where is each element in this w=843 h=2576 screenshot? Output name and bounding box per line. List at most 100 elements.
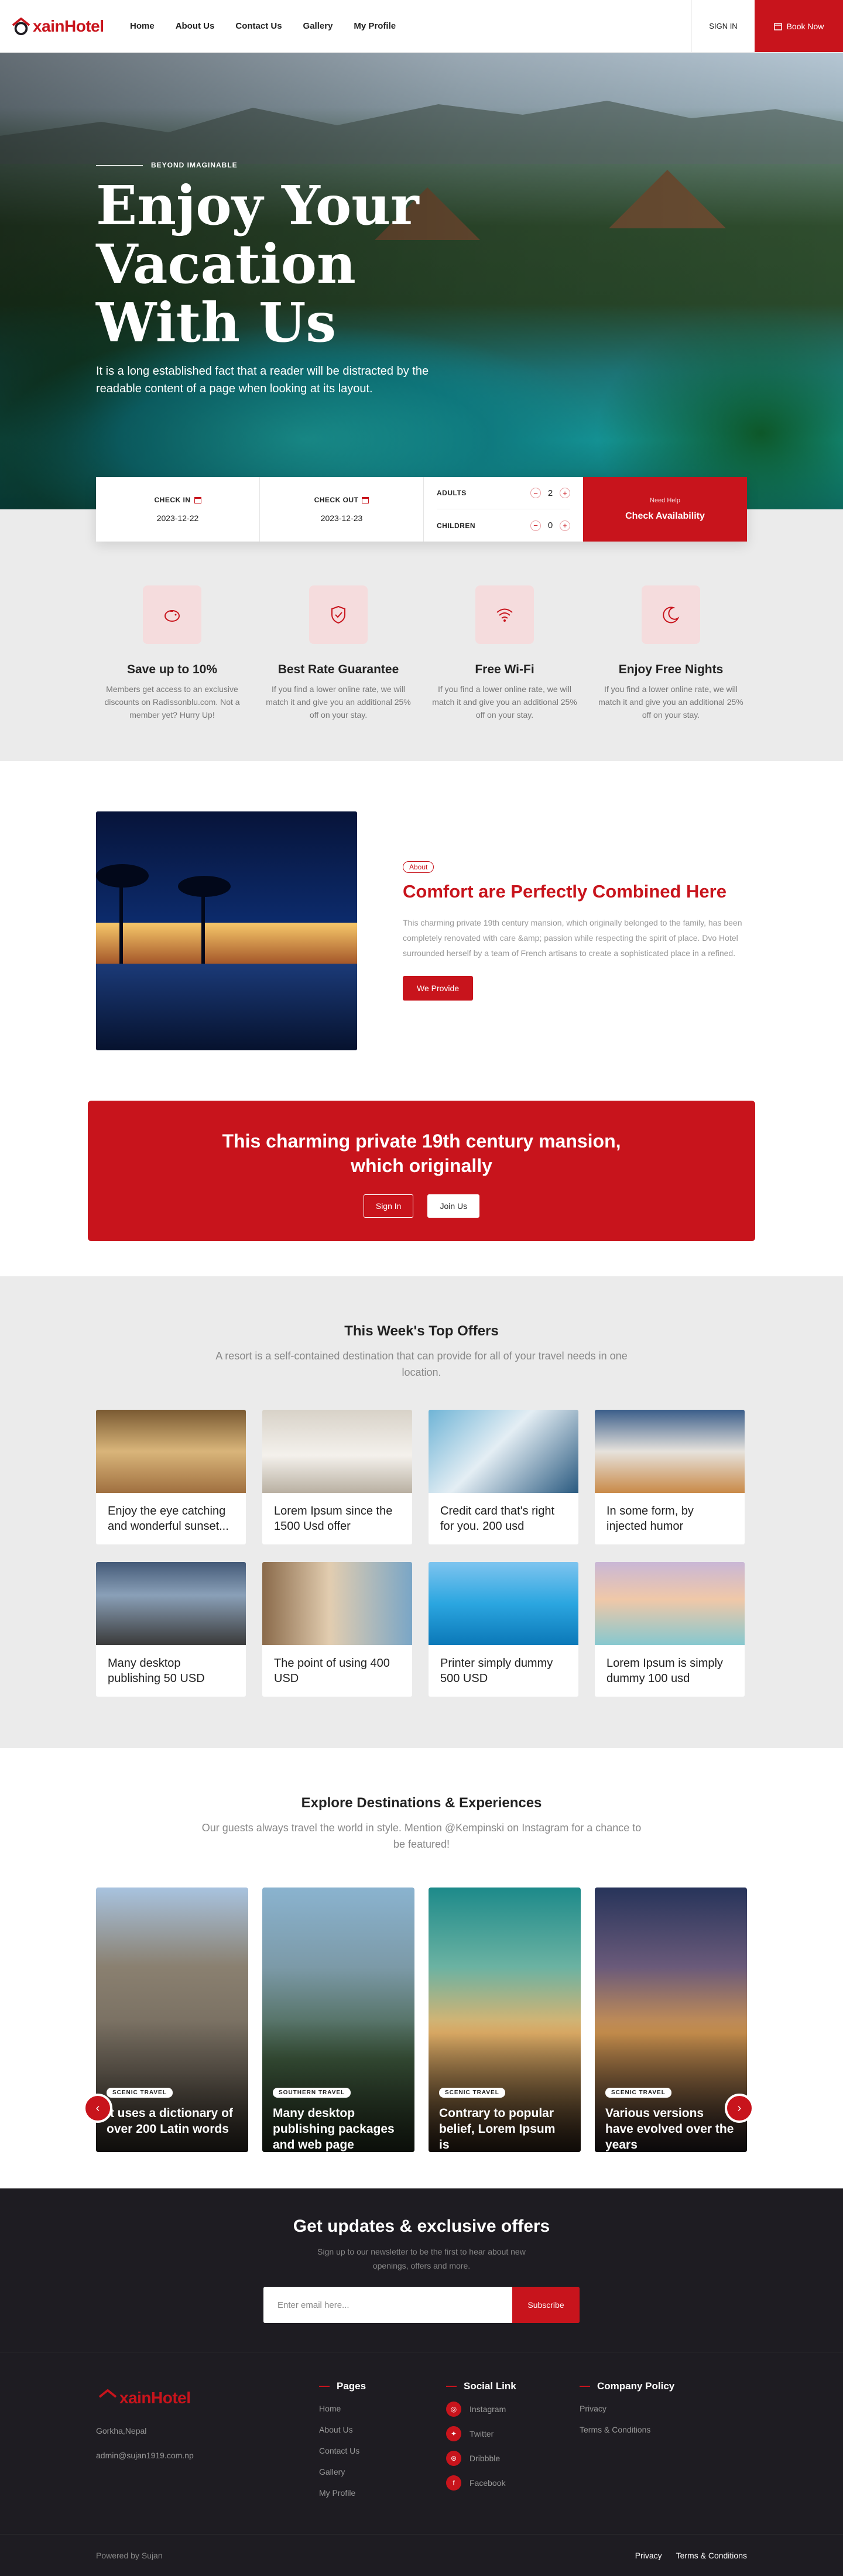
destinations-title: Explore Destinations & Experiences (301, 1795, 542, 1811)
feature-card: Free Wi-Fi If you find a lower online ra… (429, 585, 581, 721)
offer-card[interactable]: Printer simply dummy 500 USD (429, 1562, 578, 1697)
offer-card[interactable]: Enjoy the eye catching and wonderful sun… (96, 1410, 246, 1544)
offer-title: Lorem Ipsum is simply dummy 100 usd (606, 1657, 723, 1685)
offer-card[interactable]: Credit card that's right for you. 200 us… (429, 1410, 578, 1544)
children-decrement-button[interactable]: − (530, 520, 541, 531)
offer-card[interactable]: In some form, by injected humor (595, 1410, 745, 1544)
footer-social-title: Social Link (446, 2380, 516, 2392)
footer-link-home[interactable]: Home (319, 2404, 366, 2413)
main-nav: Home About Us Contact Us Gallery My Prof… (130, 21, 396, 31)
instagram-icon: ◎ (446, 2402, 461, 2417)
footer-policy-title: Company Policy (580, 2380, 674, 2392)
powered-by: Powered by Sujan (96, 2550, 163, 2560)
subscribe-button[interactable]: Subscribe (512, 2287, 580, 2323)
facebook-icon: f (446, 2475, 461, 2491)
footer-link-terms[interactable]: Terms & Conditions (580, 2425, 674, 2434)
destination-tag: SCENIC TRAVEL (107, 2088, 173, 2098)
hero-mountains (0, 101, 843, 164)
destinations-carousel: SCENIC TRAVEL It uses a dictionary of ov… (96, 1888, 747, 2152)
feature-title: Enjoy Free Nights (618, 663, 724, 676)
destinations-section: Explore Destinations & Experiences Our g… (0, 1748, 843, 2188)
footer-logo[interactable]: xainHotel (96, 2389, 196, 2407)
hero-tag-text: BEYOND IMAGINABLE (151, 161, 238, 169)
bottom-link-privacy[interactable]: Privacy (635, 2551, 662, 2560)
hero-content: BEYOND IMAGINABLE Enjoy Your Vacation Wi… (96, 161, 459, 398)
cta-sign-in-button[interactable]: Sign In (363, 1194, 414, 1218)
nav-home[interactable]: Home (130, 21, 155, 31)
footer-link-about[interactable]: About Us (319, 2425, 366, 2434)
need-help-text: Need Help (650, 497, 680, 504)
twitter-icon: ✦ (446, 2426, 461, 2441)
check-out-label-row: CHECK OUT (314, 496, 369, 504)
about-image (96, 811, 357, 1050)
cta-join-us-button[interactable]: Join Us (427, 1194, 480, 1218)
newsletter-section: Get updates & exclusive offers Sign up t… (0, 2188, 843, 2352)
offer-title: Many desktop publishing 50 USD (108, 1657, 205, 1685)
destination-card[interactable]: SCENIC TRAVEL Various versions have evol… (595, 1888, 747, 2152)
adults-label: ADULTS (437, 489, 467, 497)
social-dribbble[interactable]: ⊛ Dribbble (446, 2451, 516, 2466)
offer-card[interactable]: Many desktop publishing 50 USD (96, 1562, 246, 1697)
prev-arrow-button[interactable]: ‹ (83, 2094, 112, 2123)
footer-link-contact[interactable]: Contact Us (319, 2446, 366, 2455)
moon-icon (642, 585, 700, 644)
footer-address: Gorkha,Nepal (96, 2426, 147, 2435)
email-input[interactable]: Enter email here... (263, 2287, 512, 2323)
nav-about[interactable]: About Us (176, 21, 215, 31)
book-now-button[interactable]: Book Now (755, 0, 843, 52)
logo-icon (98, 2389, 117, 2407)
bottom-link-terms[interactable]: Terms & Conditions (676, 2551, 747, 2560)
offer-card[interactable]: Lorem Ipsum is simply dummy 100 usd (595, 1562, 745, 1697)
destination-card[interactable]: SOUTHERN TRAVEL Many desktop publishing … (262, 1888, 414, 2152)
destinations-subtitle: Our guests always travel the world in st… (201, 1822, 642, 1850)
adults-decrement-button[interactable]: − (530, 488, 541, 498)
hero-hut (609, 170, 726, 228)
check-in-field[interactable]: CHECK IN 2023-12-22 (96, 477, 260, 542)
offers-grid: Enjoy the eye catching and wonderful sun… (96, 1410, 747, 1697)
adults-increment-button[interactable]: + (560, 488, 570, 498)
destination-name: Many desktop publishing packages and web… (273, 2106, 395, 2152)
footer-pages: Pages Home About Us Contact Us Gallery M… (319, 2380, 366, 2498)
check-availability-label: Check Availability (625, 511, 705, 521)
newsletter-form: Enter email here... Subscribe (263, 2287, 580, 2323)
offer-title: Lorem Ipsum since the 1500 Usd offer (274, 1505, 393, 1533)
footer-link-privacy[interactable]: Privacy (580, 2404, 674, 2413)
logo-text: xainHotel (33, 16, 104, 35)
book-now-label: Book Now (786, 21, 824, 31)
feature-title: Best Rate Guarantee (277, 663, 399, 676)
footer-link-gallery[interactable]: Gallery (319, 2467, 366, 2476)
about-text: About Comfort are Perfectly Combined Her… (403, 861, 748, 1001)
footer-link-profile[interactable]: My Profile (319, 2488, 366, 2498)
site-footer: xainHotel Gorkha,Nepal admin@sujan1919.c… (0, 2352, 843, 2534)
cta-banner: This charming private 19th century mansi… (88, 1101, 755, 1241)
nav-gallery[interactable]: Gallery (303, 21, 333, 31)
offer-card[interactable]: Lorem Ipsum since the 1500 Usd offer (262, 1410, 412, 1544)
guest-selector: ADULTS − 2 + CHILDREN − 0 + (424, 477, 583, 542)
next-arrow-button[interactable]: › (725, 2094, 754, 2123)
sign-in-button[interactable]: SIGN IN (691, 0, 755, 52)
footer-email[interactable]: admin@sujan1919.com.np (96, 2451, 196, 2460)
social-facebook[interactable]: f Facebook (446, 2475, 516, 2491)
feature-desc: Members get access to an exclusive disco… (104, 684, 240, 720)
features-section: Save up to 10% Members get access to an … (0, 509, 843, 761)
children-increment-button[interactable]: + (560, 520, 570, 531)
social-instagram[interactable]: ◎ Instagram (446, 2402, 516, 2417)
offer-card[interactable]: The point of using 400 USD (262, 1562, 412, 1697)
offer-title: The point of using 400 USD (274, 1657, 390, 1685)
destination-card[interactable]: SCENIC TRAVEL It uses a dictionary of ov… (96, 1888, 248, 2152)
nav-contact[interactable]: Contact Us (235, 21, 282, 31)
wifi-icon (475, 585, 534, 644)
social-twitter[interactable]: ✦ Twitter (446, 2426, 516, 2441)
cta-title: This charming private 19th century mansi… (222, 1131, 621, 1176)
nav-profile[interactable]: My Profile (354, 21, 396, 31)
feature-card: Enjoy Free Nights If you find a lower on… (595, 585, 747, 721)
destination-card[interactable]: SCENIC TRAVEL Contrary to popular belief… (429, 1888, 581, 2152)
we-provide-button[interactable]: We Provide (403, 976, 474, 1001)
check-out-field[interactable]: CHECK OUT 2023-12-23 (260, 477, 424, 542)
check-in-label: CHECK IN (154, 496, 191, 504)
check-availability-button[interactable]: Need Help Check Availability (583, 477, 747, 542)
logo[interactable]: xainHotel (9, 17, 109, 36)
hero-tag: BEYOND IMAGINABLE (96, 161, 459, 169)
offer-title: Enjoy the eye catching and wonderful sun… (108, 1505, 229, 1533)
offer-title: In some form, by injected humor (606, 1505, 694, 1533)
